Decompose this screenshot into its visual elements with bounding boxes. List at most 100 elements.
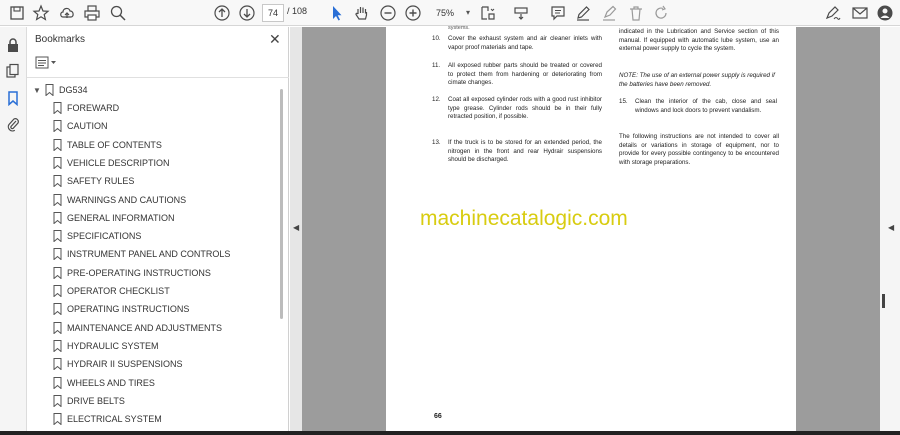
bookmark-label: CAUTION (67, 121, 108, 132)
item-number: 13. (432, 139, 441, 146)
item-text: Coat all exposed cylinder rods with a go… (448, 96, 602, 120)
bookmark-label: PRE-OPERATING INSTRUCTIONS (67, 267, 211, 278)
mail-icon[interactable] (851, 4, 869, 22)
expand-right-icon[interactable]: ◀ (888, 223, 894, 232)
page-number-input[interactable]: 74 (262, 4, 284, 22)
redo-icon[interactable] (652, 4, 670, 22)
chevron-down-icon: ▾ (465, 8, 470, 17)
bookmarks-panel-icon[interactable] (5, 90, 21, 106)
navigation-rail (0, 27, 27, 435)
select-cursor-icon[interactable] (328, 4, 346, 22)
bookmark-label: FOREWARD (67, 103, 120, 113)
highlight-icon[interactable] (600, 4, 618, 22)
sign-icon[interactable] (824, 4, 842, 22)
bookmark-label: SPECIFICATIONS (67, 231, 142, 242)
item-text: If the truck is to be stored for an exte… (448, 139, 602, 163)
bookmark-icon (45, 84, 54, 96)
bookmark-label: OPERATOR CHECKLIST (67, 286, 170, 296)
bookmark-icon (53, 285, 62, 297)
zoom-in-icon[interactable] (404, 4, 422, 22)
page-thumbnails-icon[interactable] (5, 63, 21, 79)
print-icon[interactable] (83, 4, 101, 22)
pencil-icon[interactable] (574, 4, 592, 22)
cloud-upload-icon[interactable] (58, 4, 76, 22)
bookmark-options-button[interactable] (35, 56, 65, 70)
paragraph: The following instructions are not inten… (619, 133, 779, 166)
bookmark-icon (53, 175, 62, 188)
taskbar-strip (0, 431, 900, 435)
bookmark-icon (53, 394, 62, 407)
paragraph: indicated in the Lubrication and Service… (619, 28, 779, 52)
next-page-icon[interactable] (238, 4, 256, 22)
bookmark-label: HYDRAIR II SUSPENSIONS (67, 359, 183, 370)
bookmark-icon (53, 248, 62, 261)
trash-icon[interactable] (627, 4, 645, 22)
close-icon[interactable]: ✕ (269, 31, 281, 48)
bookmark-label: GENERAL INFORMATION (67, 212, 175, 223)
account-icon[interactable] (876, 4, 894, 22)
bookmark-label: WARNINGS AND CAUTIONS (67, 194, 187, 205)
hand-tool-icon[interactable] (353, 4, 371, 22)
bookmark-label: OPERATING INSTRUCTIONS (67, 304, 190, 315)
panel-scrollbar[interactable] (280, 89, 283, 319)
document-viewer[interactable]: systems. 10. Cover the exhaust system and… (302, 25, 880, 435)
panel-title: Bookmarks (35, 34, 86, 45)
text-fragment: systems. (448, 25, 470, 31)
previous-page-icon[interactable] (213, 4, 231, 22)
item-text: Cover the exhaust system and air cleaner… (448, 35, 602, 51)
bookmark-icon (53, 303, 62, 316)
collapse-caret-icon[interactable]: ▼ (33, 86, 41, 95)
item-text: All exposed rubber parts should be treat… (448, 62, 602, 86)
item-text: Clean the interior of the cab, close and… (635, 98, 777, 114)
bookmark-icon (53, 193, 62, 206)
bookmark-icon (53, 358, 62, 371)
bookmark-label: HYDRAULIC SYSTEM (67, 340, 159, 351)
bookmark-label: MAINTENANCE AND ADJUSTMENTS (67, 322, 223, 333)
watermark: machinecatalogic.com (420, 207, 628, 230)
bookmark-label: VEHICLE DESCRIPTION (67, 157, 170, 168)
bookmarks-panel: Bookmarks ✕ ▼ DG534 FOREWARD CAUTION TABLE… (27, 27, 289, 435)
item-number: 11. (432, 62, 441, 69)
item-number: 12. (432, 96, 441, 103)
bookmark-icon (53, 339, 62, 352)
panel-divider (27, 77, 289, 78)
note: NOTE: The use of an external power suppl… (619, 72, 775, 88)
document-page: systems. 10. Cover the exhaust system and… (386, 25, 796, 435)
bookmark-label: TABLE OF CONTENTS (67, 139, 162, 150)
lock-icon[interactable] (5, 37, 21, 53)
page-number: 66 (434, 413, 442, 420)
bookmark-icon (53, 321, 62, 334)
page-fit-icon[interactable] (479, 4, 497, 22)
bookmark-icon (53, 376, 62, 389)
zoom-level-value: 75% (436, 8, 455, 18)
zoom-search-icon[interactable] (109, 4, 127, 22)
bookmark-icon (53, 156, 62, 169)
bookmark-icon (53, 120, 62, 133)
bookmark-icon (53, 230, 62, 243)
main-toolbar: 74 / 108 75% ▾ (0, 0, 900, 26)
collapse-left-icon[interactable]: ◀ (293, 223, 299, 232)
comment-icon[interactable] (549, 4, 567, 22)
bookmark-icon (53, 102, 62, 114)
bookmark-icon (53, 266, 62, 279)
zoom-level-dropdown[interactable]: 75% ▾ (428, 4, 472, 22)
bookmark-icon (53, 211, 62, 224)
bookmark-star-icon[interactable] (32, 4, 50, 22)
viewer-scrollbar[interactable] (882, 294, 885, 308)
item-number: 15. (619, 98, 628, 105)
item-number: 10. (432, 35, 441, 42)
save-icon[interactable] (8, 4, 26, 22)
bookmark-icon (53, 138, 62, 151)
panel-splitter[interactable]: ◀ (290, 27, 302, 435)
page-total-label: / 108 (287, 6, 308, 16)
zoom-out-icon[interactable] (379, 4, 397, 22)
bookmark-label: WHEELS AND TIRES (67, 377, 155, 388)
bookmark-label: SAFETY RULES (67, 176, 135, 187)
bookmark-label: DG534 (59, 85, 88, 95)
bookmark-icon (53, 413, 62, 426)
bookmark-label: ELECTRICAL SYSTEM (67, 414, 162, 425)
attachments-icon[interactable] (5, 116, 21, 132)
bookmark-label: INSTRUMENT PANEL AND CONTROLS (67, 249, 231, 260)
scroll-mode-icon[interactable] (512, 4, 530, 22)
bookmark-label: DRIVE BELTS (67, 395, 125, 406)
